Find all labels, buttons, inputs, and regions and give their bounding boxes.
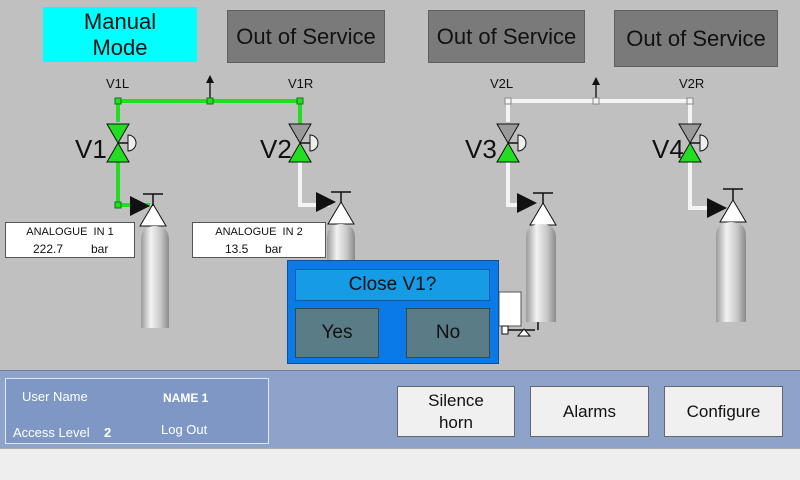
logout-link[interactable]: Log Out [161,422,207,437]
no-button[interactable]: No [406,308,490,358]
readout-unit: bar [91,242,109,256]
confirm-dialog: Close V1? Yes No [287,260,499,364]
yes-button[interactable]: Yes [295,308,379,358]
cylinder-valve-2[interactable] [316,191,355,225]
gas-cylinder-3 [526,224,556,322]
analogue-readout-2: ANALOGUE IN 2 13.5 bar [192,222,326,258]
gas-cylinder-1 [141,226,169,328]
user-name-value: NAME 1 [163,391,209,405]
valve-v2[interactable] [288,123,319,163]
readout-value: 222.7 [33,242,64,256]
valve-label-v2r: V2R [679,76,705,91]
status-strip [0,448,800,480]
valve-v1[interactable] [106,123,137,163]
readout-title: ANALOGUE IN 2 [215,226,303,238]
cylinder-valve-4[interactable] [707,188,747,223]
valve-name-v1: V1 [75,134,107,164]
cylinder-valve-3[interactable] [517,192,557,226]
valve-v3[interactable] [496,123,527,163]
valve-name-v2: V2 [260,134,292,164]
valve-label-v2l: V2L [490,76,514,91]
access-level-label: Access Level [13,425,90,440]
dialog-title: Close V1? [295,269,490,301]
user-panel: User Name NAME 1 Access Level 2 Log Out [5,378,269,444]
alarms-button[interactable]: Alarms [530,386,649,437]
silence-horn-button[interactable]: Silence horn [397,386,515,437]
user-name-label: User Name [22,389,88,404]
access-level-value: 2 [104,425,112,440]
configure-button[interactable]: Configure [664,386,783,437]
readout-unit: bar [265,242,283,256]
valve-name-v3: V3 [465,134,497,164]
analogue-readout-1: ANALOGUE IN 1 222.7 bar [5,222,135,258]
valve-label-v1r: V1R [288,76,314,91]
cylinder-valve-1[interactable] [130,193,167,227]
gas-cylinder-2 [327,224,355,265]
left-manifold-pipe [114,75,330,209]
readout-value: 13.5 [225,242,249,256]
valve-name-v4: V4 [652,134,684,164]
readout-title: ANALOGUE IN 1 [26,226,114,238]
valve-label-v1l: V1L [106,76,130,91]
gas-cylinder-4 [716,222,746,322]
bottom-bar: User Name NAME 1 Access Level 2 Log Out … [0,370,800,448]
